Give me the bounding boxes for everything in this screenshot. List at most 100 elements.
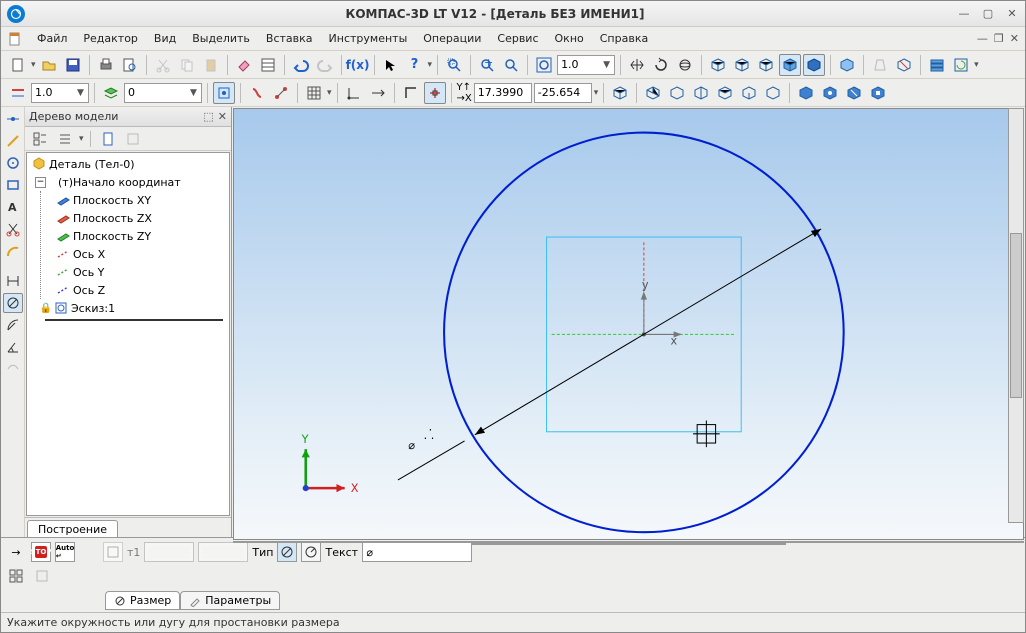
geom-text-button[interactable]: A: [3, 197, 23, 217]
dim-linear-button[interactable]: [3, 271, 23, 291]
save-button[interactable]: [62, 54, 84, 76]
style-combo[interactable]: ▼: [31, 83, 89, 103]
tab-params[interactable]: Параметры: [180, 591, 280, 610]
tree-doc-button[interactable]: [97, 128, 119, 150]
prop-grid-button[interactable]: [5, 565, 27, 587]
doc-menu-icon[interactable]: [7, 31, 23, 47]
cube-5-button[interactable]: [714, 82, 736, 104]
prop-stop-button[interactable]: STOP: [31, 542, 51, 562]
prop-arrow-button[interactable]: →: [5, 541, 27, 563]
tree-root[interactable]: Деталь (Тел-0): [27, 155, 229, 173]
properties-button[interactable]: [257, 54, 279, 76]
cube-4-button[interactable]: [690, 82, 712, 104]
drawing-canvas[interactable]: y x ⌀ . . .: [233, 108, 1024, 540]
snap-button[interactable]: [424, 82, 446, 104]
ortho-button[interactable]: [400, 82, 422, 104]
copy-button[interactable]: [176, 54, 198, 76]
width-combo[interactable]: ▼: [124, 83, 202, 103]
menu-operations[interactable]: Операции: [417, 30, 487, 47]
geom-arc-button[interactable]: [3, 241, 23, 261]
menu-select[interactable]: Выделить: [186, 30, 256, 47]
cube-2-button[interactable]: [642, 82, 664, 104]
tree-sketch[interactable]: 🔒 Эскиз:1: [27, 299, 229, 317]
zoom-fit-button[interactable]: [533, 54, 555, 76]
pan-button[interactable]: [626, 54, 648, 76]
coord-x-field[interactable]: [474, 83, 532, 103]
geom-line-button[interactable]: [3, 131, 23, 151]
view-iso-button[interactable]: [707, 54, 729, 76]
open-button[interactable]: [38, 54, 60, 76]
geom-cut-button[interactable]: [3, 219, 23, 239]
snap-mid-button[interactable]: [270, 82, 292, 104]
grid-button[interactable]: [303, 82, 325, 104]
fx-button[interactable]: f(x): [347, 54, 369, 76]
menu-tools[interactable]: Инструменты: [323, 30, 414, 47]
print-button[interactable]: [95, 54, 117, 76]
tree-origin[interactable]: − (т)Начало координат: [27, 173, 229, 191]
tab-dimension[interactable]: Размер: [105, 591, 180, 610]
solid-3-button[interactable]: [843, 82, 865, 104]
pin-icon[interactable]: ⬚: [203, 110, 213, 123]
coord-right-button[interactable]: [367, 82, 389, 104]
linetype-button[interactable]: [7, 82, 29, 104]
solid-4-button[interactable]: [867, 82, 889, 104]
prop-point-button[interactable]: [103, 542, 123, 562]
tree-axis-z[interactable]: Ось Z: [41, 281, 229, 299]
solid-2-button[interactable]: [819, 82, 841, 104]
tree-axis-y[interactable]: Ось Y: [41, 263, 229, 281]
width-value[interactable]: [128, 86, 186, 99]
prop-type-diameter[interactable]: [277, 542, 297, 562]
zoom-out-button[interactable]: [500, 54, 522, 76]
coord-origin-button[interactable]: [343, 82, 365, 104]
view-shaded-button[interactable]: [803, 54, 825, 76]
cube-6-button[interactable]: [738, 82, 760, 104]
preview-button[interactable]: [119, 54, 141, 76]
minimize-button[interactable]: —: [957, 7, 971, 21]
dim-angle-button[interactable]: [3, 337, 23, 357]
menu-window[interactable]: Окно: [549, 30, 590, 47]
geom-rect-button[interactable]: [3, 175, 23, 195]
zoom-window-button[interactable]: [443, 54, 465, 76]
tree-plane-xy[interactable]: Плоскость XY: [41, 191, 229, 209]
tree-plane-zy[interactable]: Плоскость ZY: [41, 227, 229, 245]
snap-end-button[interactable]: [246, 82, 268, 104]
coord-y-field[interactable]: [534, 83, 592, 103]
cube-7-button[interactable]: [762, 82, 784, 104]
solid-1-button[interactable]: [795, 82, 817, 104]
close-button[interactable]: ✕: [1005, 7, 1019, 21]
menu-service[interactable]: Сервис: [491, 30, 544, 47]
prop-more-button[interactable]: [31, 565, 53, 587]
dim-radius-button[interactable]: [3, 315, 23, 335]
tree-axis-x[interactable]: Ось X: [41, 245, 229, 263]
scrollbar-v[interactable]: [1008, 108, 1024, 523]
paste-button[interactable]: [200, 54, 222, 76]
help-button[interactable]: ?: [404, 54, 426, 76]
redo-button[interactable]: [314, 54, 336, 76]
scrollbar-h[interactable]: [233, 541, 1024, 543]
eraser-button[interactable]: [233, 54, 255, 76]
panel-close-icon[interactable]: ✕: [218, 110, 227, 123]
tree-view-button[interactable]: [29, 128, 51, 150]
prop-text-value[interactable]: [366, 546, 466, 559]
zoom-in-button[interactable]: +: [476, 54, 498, 76]
refresh-button[interactable]: [950, 54, 972, 76]
tree-tab-construction[interactable]: Построение: [27, 520, 118, 537]
prop-type-radius[interactable]: [301, 542, 321, 562]
tree-body[interactable]: Деталь (Тел-0) − (т)Начало координат Пло…: [26, 152, 230, 516]
collapse-icon[interactable]: −: [35, 177, 46, 188]
display-wireframe-button[interactable]: [836, 54, 858, 76]
view-front-button[interactable]: [731, 54, 753, 76]
perspective-button[interactable]: [869, 54, 891, 76]
orbit-button[interactable]: [674, 54, 696, 76]
style-value[interactable]: [35, 86, 73, 99]
new-button[interactable]: [7, 54, 29, 76]
cursor-button[interactable]: [380, 54, 402, 76]
dim-diameter-button[interactable]: [3, 293, 23, 313]
menu-view[interactable]: Вид: [148, 30, 182, 47]
tree-list-button[interactable]: [54, 128, 76, 150]
maximize-button[interactable]: ▢: [981, 7, 995, 21]
menu-editor[interactable]: Редактор: [77, 30, 144, 47]
mdi-close-button[interactable]: ✕: [1010, 32, 1019, 45]
zoom-value[interactable]: [561, 58, 599, 71]
rotate-button[interactable]: [650, 54, 672, 76]
